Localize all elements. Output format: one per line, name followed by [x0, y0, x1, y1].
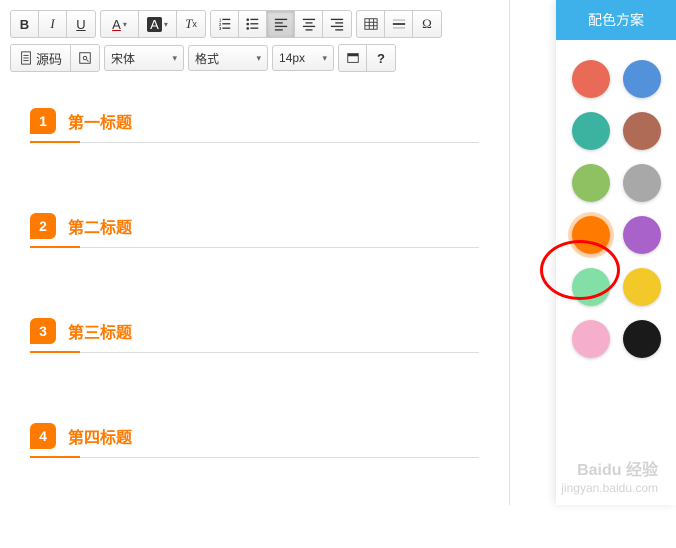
heading-text: 第二标题: [68, 214, 132, 238]
align-left-button[interactable]: [267, 11, 295, 37]
ordered-list-button[interactable]: 123: [211, 11, 239, 37]
font-family-dropdown[interactable]: 宋体▾: [104, 45, 184, 71]
color-swatch[interactable]: [623, 164, 661, 202]
bold-button[interactable]: B: [11, 11, 39, 37]
color-swatch[interactable]: [572, 268, 610, 306]
toolbar-row-1: B I U A▾ A▾ Tx 123 Ω: [10, 10, 499, 38]
color-swatch[interactable]: [623, 320, 661, 358]
source-button[interactable]: 源码: [11, 45, 71, 71]
color-swatch[interactable]: [623, 268, 661, 306]
caret-icon: ▾: [322, 53, 327, 64]
text-style-group: B I U: [10, 10, 96, 38]
heading-text: 第三标题: [68, 319, 132, 343]
svg-text:3: 3: [218, 26, 221, 31]
color-scheme-panel: 配色方案: [556, 0, 676, 505]
color-swatch-grid: [556, 40, 676, 378]
document-icon: [19, 51, 33, 65]
format-dropdown[interactable]: 格式▾: [188, 45, 268, 71]
help-button[interactable]: ?: [367, 45, 395, 71]
heading-item: 4 第四标题: [30, 423, 479, 458]
toolbar: B I U A▾ A▾ Tx 123 Ω: [0, 0, 509, 88]
color-swatch[interactable]: [572, 164, 610, 202]
caret-icon: ▾: [172, 53, 177, 64]
preview-button[interactable]: [71, 45, 99, 71]
editor-content[interactable]: 1 第一标题 2 第二标题 3 第三标题 4 第四标题: [0, 88, 509, 548]
heading-text: 第四标题: [68, 424, 132, 448]
list-align-group: 123: [210, 10, 352, 38]
panel-title: 配色方案: [556, 0, 676, 40]
color-group: A▾ A▾ Tx: [100, 10, 206, 38]
hr-button[interactable]: [385, 11, 413, 37]
special-char-button[interactable]: Ω: [413, 11, 441, 37]
source-label: 源码: [36, 49, 62, 68]
clear-format-button[interactable]: Tx: [177, 11, 205, 37]
heading-number-badge: 3: [30, 318, 56, 344]
heading-number-badge: 1: [30, 108, 56, 134]
color-swatch[interactable]: [572, 112, 610, 150]
color-swatch[interactable]: [572, 320, 610, 358]
font-size-dropdown[interactable]: 14px▾: [272, 45, 334, 71]
heading-number-badge: 2: [30, 213, 56, 239]
heading-text: 第一标题: [68, 109, 132, 133]
color-swatch[interactable]: [623, 112, 661, 150]
align-center-button[interactable]: [295, 11, 323, 37]
heading-item: 2 第二标题: [30, 213, 479, 248]
table-button[interactable]: [357, 11, 385, 37]
italic-button[interactable]: I: [39, 11, 67, 37]
insert-group: Ω: [356, 10, 442, 38]
editor-area: B I U A▾ A▾ Tx 123 Ω: [0, 0, 510, 505]
caret-icon: ▾: [256, 53, 261, 64]
toolbar-row-2: 源码 宋体▾ 格式▾ 14px▾ ?: [10, 44, 499, 72]
color-swatch[interactable]: [572, 216, 610, 254]
misc-group: ?: [338, 44, 396, 72]
maximize-button[interactable]: [339, 45, 367, 71]
source-group: 源码: [10, 44, 100, 72]
bg-color-button[interactable]: A▾: [139, 11, 177, 37]
underline-button[interactable]: U: [67, 11, 95, 37]
color-swatch[interactable]: [572, 60, 610, 98]
align-right-button[interactable]: [323, 11, 351, 37]
color-swatch[interactable]: [623, 60, 661, 98]
heading-item: 3 第三标题: [30, 318, 479, 353]
color-swatch[interactable]: [623, 216, 661, 254]
heading-item: 1 第一标题: [30, 108, 479, 143]
text-color-button[interactable]: A▾: [101, 11, 139, 37]
heading-number-badge: 4: [30, 423, 56, 449]
unordered-list-button[interactable]: [239, 11, 267, 37]
